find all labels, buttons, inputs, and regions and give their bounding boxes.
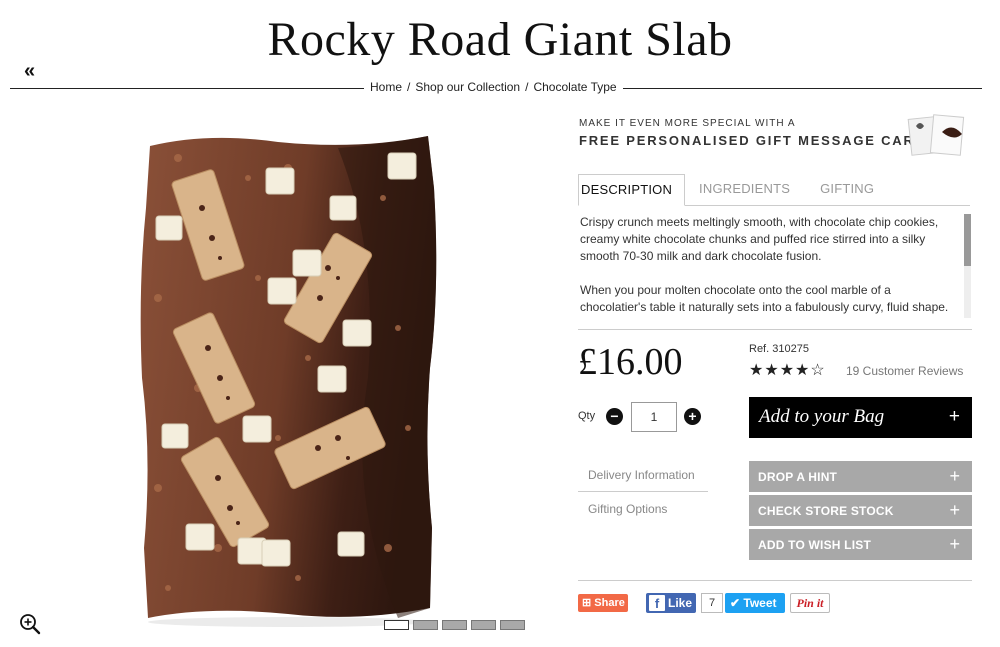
tab-gifting[interactable]: GIFTING [818, 174, 888, 206]
plus-icon: + [949, 466, 960, 486]
zoom-in-icon[interactable] [18, 612, 42, 636]
tweet-button[interactable]: ✔ Tweet [725, 593, 785, 613]
share-icon: ⊞ [582, 597, 592, 609]
description-paragraph: Crispy crunch meets meltingly smooth, wi… [580, 215, 939, 263]
thumbnail-5[interactable] [500, 620, 525, 630]
divider [578, 580, 972, 581]
product-price: £16.00 [578, 341, 683, 383]
add-to-bag-button[interactable]: Add to your Bag + [749, 397, 972, 438]
drop-a-hint-label: DROP A HINT [758, 470, 838, 484]
tab-description[interactable]: DESCRIPTION [578, 174, 686, 206]
image-thumbnails [384, 620, 525, 630]
back-chevron-icon[interactable]: « [24, 60, 35, 83]
breadcrumb-home[interactable]: Home [370, 80, 402, 94]
add-to-wish-list-button[interactable]: ADD TO WISH LIST + [749, 529, 972, 560]
plus-icon: + [948, 406, 960, 427]
breadcrumb-chocolate-type[interactable]: Chocolate Type [533, 80, 616, 94]
customer-reviews-link[interactable]: 19 Customer Reviews [846, 364, 963, 378]
breadcrumb-separator: / [525, 80, 529, 94]
facebook-icon: f [649, 595, 665, 611]
thumbnail-2[interactable] [413, 620, 438, 630]
check-store-stock-button[interactable]: CHECK STORE STOCK + [749, 495, 972, 526]
product-ref: Ref. 310275 [749, 343, 809, 355]
page-title: Rocky Road Giant Slab [267, 13, 733, 66]
breadcrumb: Home / Shop our Collection / Chocolate T… [364, 80, 623, 94]
thumbnail-1[interactable] [384, 620, 409, 630]
facebook-like-label: Like [668, 596, 693, 610]
facebook-like-count: 7 [701, 593, 723, 613]
scrollbar-thumb[interactable] [964, 214, 971, 266]
twitter-icon: ✔ [730, 596, 741, 610]
product-image [140, 136, 437, 627]
drop-a-hint-button[interactable]: DROP A HINT + [749, 461, 972, 492]
thumbnail-4[interactable] [471, 620, 496, 630]
gift-card-image [907, 114, 965, 156]
description-scrollbar[interactable] [964, 214, 971, 318]
add-to-bag-label: Add to your Bag [759, 406, 885, 427]
share-label: Share [594, 597, 625, 609]
quantity-label: Qty [578, 410, 596, 422]
plus-icon: + [949, 534, 960, 554]
star-rating-icon[interactable]: ★★★★☆ [749, 360, 826, 380]
description-panel: Crispy crunch meets meltingly smooth, wi… [580, 214, 960, 322]
plus-icon[interactable]: + [684, 408, 701, 425]
add-to-wish-list-label: ADD TO WISH LIST [758, 538, 871, 552]
delivery-information-link[interactable]: Delivery Information [578, 458, 708, 492]
check-store-stock-label: CHECK STORE STOCK [758, 504, 894, 518]
pinterest-button[interactable]: Pin it [790, 593, 830, 613]
breadcrumb-separator: / [407, 80, 411, 94]
tweet-label: Tweet [743, 596, 777, 610]
gift-promo-title[interactable]: FREE PERSONALISED GIFT MESSAGE CARD [579, 133, 926, 148]
facebook-like-button[interactable]: f Like [646, 593, 696, 613]
product-tabs: DESCRIPTION INGREDIENTS GIFTING [578, 174, 970, 206]
gifting-options-link[interactable]: Gifting Options [578, 492, 708, 526]
tab-ingredients[interactable]: INGREDIENTS [697, 174, 804, 206]
breadcrumb-collection[interactable]: Shop our Collection [415, 80, 520, 94]
quantity-input[interactable] [631, 402, 677, 432]
divider [578, 329, 972, 330]
description-paragraph: When you pour molten chocolate onto the … [580, 283, 949, 314]
gift-promo-subtitle: MAKE IT EVEN MORE SPECIAL WITH A [579, 118, 796, 129]
thumbnail-3[interactable] [442, 620, 467, 630]
share-button[interactable]: ⊞ Share [578, 594, 628, 612]
plus-icon: + [949, 500, 960, 520]
minus-icon[interactable]: − [606, 408, 623, 425]
